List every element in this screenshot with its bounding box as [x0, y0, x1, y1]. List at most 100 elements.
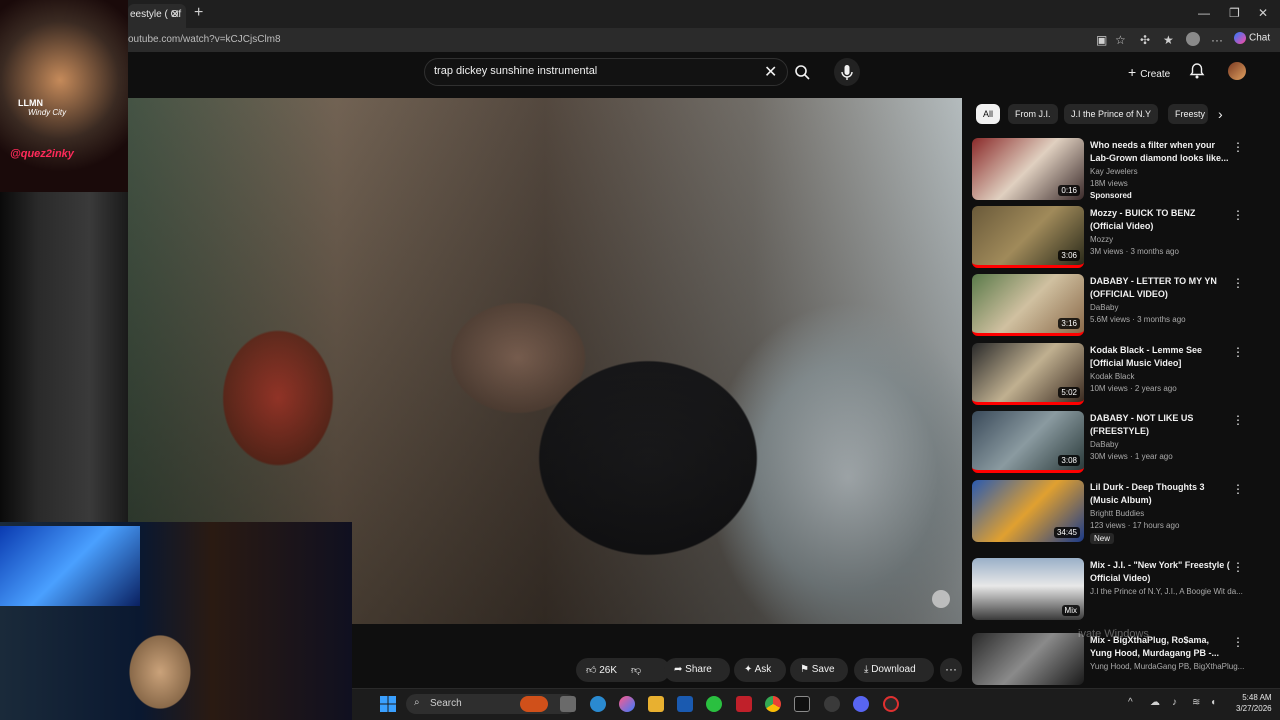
taskbar-clock[interactable]: 5:48 AM 3/27/2026	[1236, 692, 1272, 714]
chevron-up-icon[interactable]: ^	[1128, 697, 1133, 708]
favorites-icon[interactable]: ★	[1163, 33, 1174, 47]
voice-search-button[interactable]	[834, 58, 860, 86]
kebab-menu-icon[interactable]: ⋮	[1232, 208, 1244, 222]
kebab-menu-icon[interactable]: ⋮	[1232, 413, 1244, 427]
favorite-star-icon[interactable]: ☆	[1115, 33, 1126, 47]
clock-time: 5:48 AM	[1242, 693, 1272, 702]
channel-name[interactable]: Kodak Black	[1090, 372, 1134, 381]
duration-badge: 3:08	[1058, 455, 1080, 466]
channel-name[interactable]: J.I the Prince of N.Y, J.I., A Boogie Wi…	[1090, 587, 1243, 596]
list-item[interactable]: Mix - BigXthaPlug, Ro$ama, Yung Hood, Mu…	[972, 633, 1252, 685]
copilot-chat-button[interactable]: Chat	[1234, 32, 1270, 44]
more-actions-icon[interactable]: ···	[940, 658, 962, 682]
thumbnail[interactable]: 5:02	[972, 343, 1084, 405]
kebab-menu-icon[interactable]: ⋮	[1232, 635, 1244, 649]
list-item[interactable]: 3:06 Mozzy - BUICK TO BENZ (Official Vid…	[972, 206, 1252, 270]
duration-badge: 0:16	[1058, 185, 1080, 196]
discord-icon[interactable]	[853, 696, 869, 712]
store-icon[interactable]	[677, 696, 693, 712]
taskbar-search-label: Search	[430, 698, 462, 709]
file-explorer-icon[interactable]	[648, 696, 664, 712]
chip-from-ji[interactable]: From J.I.	[1008, 104, 1058, 124]
acrobat-icon[interactable]	[736, 696, 752, 712]
kebab-menu-icon[interactable]: ⋮	[1232, 560, 1244, 574]
share-button[interactable]: ➦ Share	[664, 658, 730, 682]
new-tab-icon[interactable]: +	[194, 4, 203, 22]
channel-name[interactable]: Brightt Buddies	[1090, 509, 1144, 518]
video-title[interactable]: Lil Durk - Deep Thoughts 3 (Music Album)	[1090, 481, 1230, 507]
media-player-icon[interactable]	[706, 696, 722, 712]
network-icon[interactable]: ☁	[1150, 697, 1160, 708]
kebab-menu-icon[interactable]: ⋮	[1232, 482, 1244, 496]
channel-name[interactable]: Yung Hood, MurdaGang PB, BigXthaPlug...	[1090, 662, 1244, 671]
thumbs-down-icon[interactable]: 👎︎	[631, 665, 641, 676]
copilot-app-icon[interactable]	[619, 696, 635, 712]
extensions-icon[interactable]: ✣	[1140, 33, 1150, 47]
list-item[interactable]: 3:16 DABABY - LETTER TO MY YN (OFFICIAL …	[972, 274, 1252, 338]
audio-tray-icon[interactable]: ♪	[1172, 697, 1177, 708]
page-scrollbar[interactable]	[1268, 52, 1280, 688]
kebab-menu-icon[interactable]: ⋮	[1232, 140, 1244, 154]
thumbnail[interactable]: Mix	[972, 558, 1084, 620]
notifications-button[interactable]	[1188, 62, 1206, 85]
thumbnail[interactable]: 3:08	[972, 411, 1084, 473]
video-title[interactable]: Who needs a filter when your Lab-Grown d…	[1090, 139, 1230, 165]
account-avatar[interactable]	[1228, 62, 1246, 80]
profile-icon[interactable]	[1186, 32, 1200, 46]
create-button[interactable]: + Create	[1120, 61, 1178, 83]
task-view-icon[interactable]	[560, 696, 576, 712]
list-item[interactable]: 5:02 Kodak Black - Lemme See [Official M…	[972, 343, 1252, 407]
search-button[interactable]	[790, 58, 816, 86]
video-title[interactable]: Mix - J.I. - "New York" Freestyle ( Offi…	[1090, 559, 1230, 585]
thumbnail[interactable]: 3:06	[972, 206, 1084, 268]
duration-badge: 5:02	[1058, 387, 1080, 398]
thumbnail[interactable]	[972, 633, 1084, 685]
channel-watermark-icon[interactable]	[932, 590, 950, 608]
split-screen-icon[interactable]: ▣	[1096, 33, 1107, 47]
thumbnail[interactable]: 3:16	[972, 274, 1084, 336]
channel-name[interactable]: Mozzy	[1090, 235, 1113, 244]
chip-ji-prince[interactable]: J.I the Prince of N.Y	[1064, 104, 1159, 124]
url-field[interactable]: outube.com/watch?v=kCJCjsClm8	[128, 34, 281, 45]
chrome-icon[interactable]	[765, 696, 781, 712]
clear-search-icon[interactable]: ✕	[764, 62, 777, 82]
audio-app-icon[interactable]	[794, 696, 810, 712]
search-icon: ⌕	[414, 697, 420, 708]
like-button[interactable]: 👍︎ 26K 👎︎	[576, 658, 670, 682]
kebab-menu-icon[interactable]: ⋮	[1232, 276, 1244, 290]
chip-freestyle[interactable]: Freesty	[1168, 104, 1208, 124]
list-item[interactable]: Mix Mix - J.I. - "New York" Freestyle ( …	[972, 558, 1252, 622]
obs-icon[interactable]	[824, 696, 840, 712]
windows-start-icon[interactable]	[380, 696, 396, 712]
channel-name[interactable]: DaBaby	[1090, 303, 1118, 312]
video-title[interactable]: DABABY - LETTER TO MY YN (OFFICIAL VIDEO…	[1090, 275, 1230, 301]
download-button[interactable]: ⤓ Download	[854, 658, 934, 682]
channel-name[interactable]: Kay Jewelers	[1090, 167, 1138, 176]
chevron-right-icon[interactable]: ›	[1218, 106, 1223, 122]
minimize-icon[interactable]: —	[1198, 6, 1210, 20]
kebab-menu-icon[interactable]: ⋮	[1232, 345, 1244, 359]
volume-icon[interactable]: ◖	[1210, 697, 1216, 708]
video-title[interactable]: Mozzy - BUICK TO BENZ (Official Video)	[1090, 207, 1230, 233]
list-item[interactable]: 0:16 Who needs a filter when your Lab-Gr…	[972, 138, 1252, 202]
video-meta: 5.6M views · 3 months ago	[1090, 315, 1186, 324]
thumbnail[interactable]: 34:45	[972, 480, 1084, 542]
wifi-icon[interactable]: ≋	[1192, 697, 1200, 708]
search-highlight-icon[interactable]	[520, 696, 548, 712]
ask-button[interactable]: ✦ Ask	[734, 658, 786, 682]
more-menu-icon[interactable]: ···	[1211, 33, 1223, 47]
app-icon[interactable]	[883, 696, 899, 712]
close-tab-icon[interactable]: ✕	[170, 7, 180, 21]
list-item[interactable]: 34:45 Lil Durk - Deep Thoughts 3 (Music …	[972, 480, 1252, 544]
close-window-icon[interactable]: ✕	[1258, 6, 1268, 20]
video-title[interactable]: DABABY - NOT LIKE US (FREESTYLE)	[1090, 412, 1230, 438]
save-button[interactable]: ⚑ Save	[790, 658, 848, 682]
maximize-icon[interactable]: ❐	[1229, 6, 1240, 20]
chip-all[interactable]: All	[976, 104, 1001, 124]
taskbar-search[interactable]: ⌕ Search	[406, 694, 576, 714]
list-item[interactable]: 3:08 DABABY - NOT LIKE US (FREESTYLE) Da…	[972, 411, 1252, 475]
video-title[interactable]: Kodak Black - Lemme See [Official Music …	[1090, 344, 1230, 370]
channel-name[interactable]: DaBaby	[1090, 440, 1118, 449]
edge-browser-icon[interactable]	[590, 696, 606, 712]
thumbnail[interactable]: 0:16	[972, 138, 1084, 200]
